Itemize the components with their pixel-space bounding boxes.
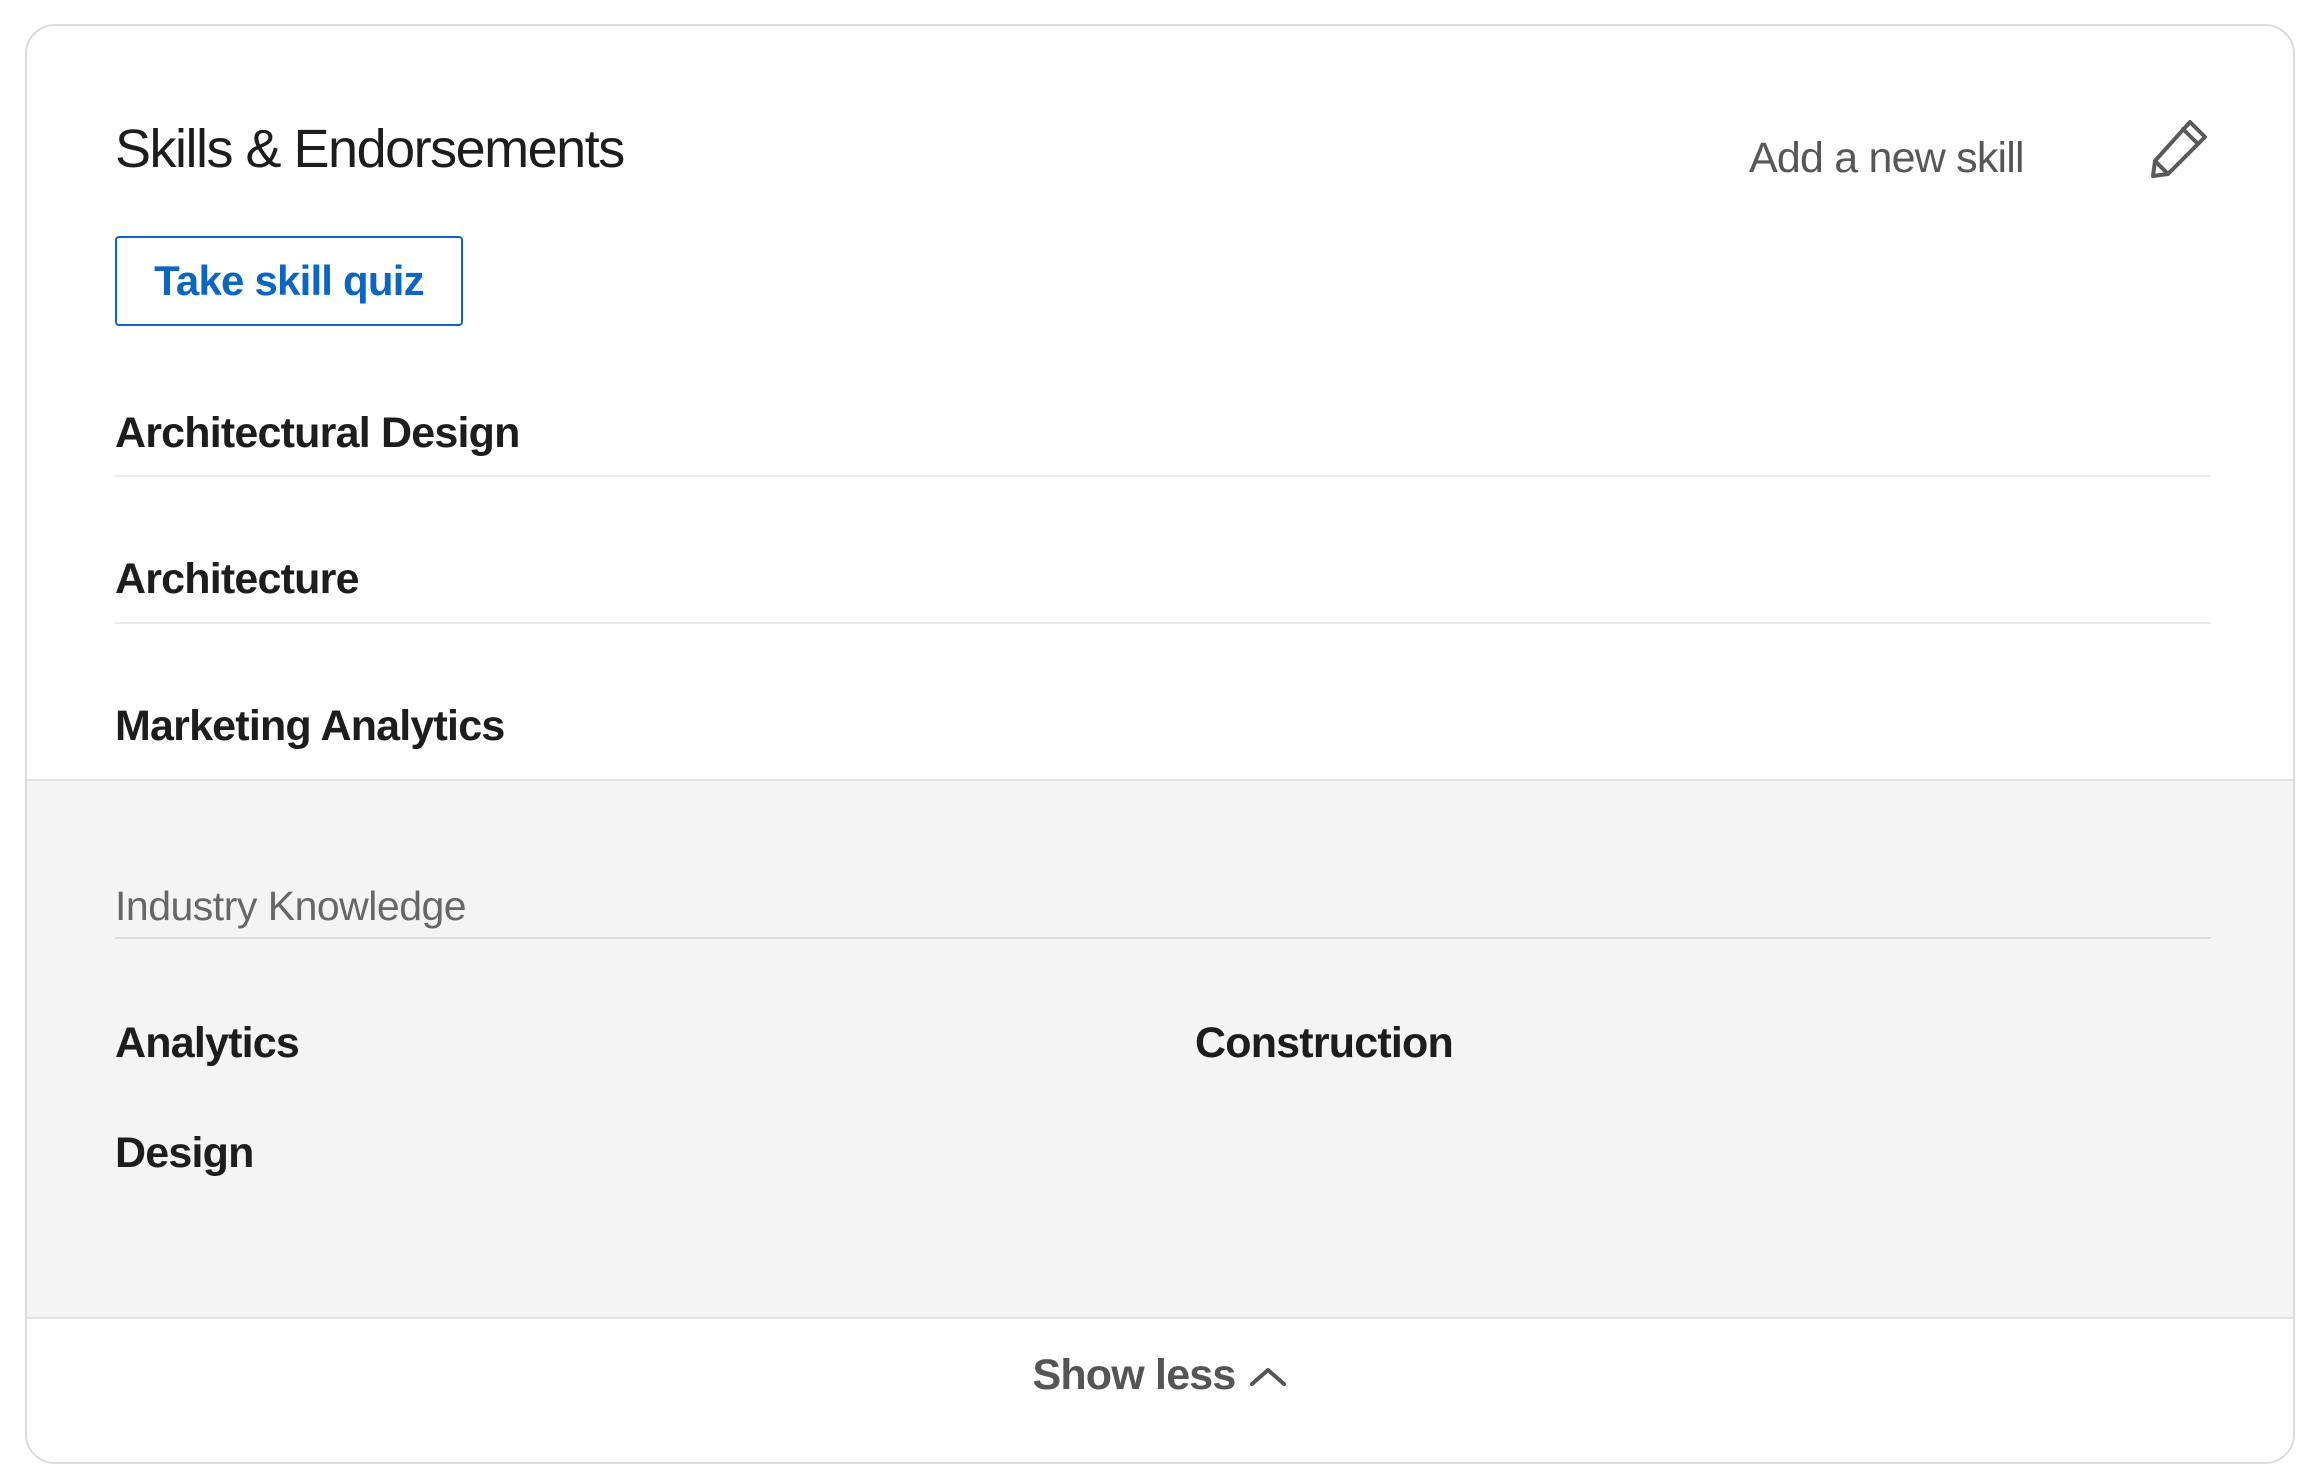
category-divider — [115, 937, 2211, 939]
skill-divider — [115, 622, 2211, 624]
skill-item[interactable]: Analytics — [115, 1022, 300, 1065]
skill-item[interactable]: Construction — [1195, 1022, 1454, 1065]
category-label: Industry Knowledge — [115, 883, 467, 929]
pencil-icon[interactable] — [2147, 114, 2213, 180]
add-new-skill-link[interactable]: Add a new skill — [1749, 137, 2025, 180]
skills-card: Skills & Endorsements Add a new skill Ta… — [25, 24, 2295, 1464]
skill-item[interactable]: Architectural Design — [115, 412, 2211, 455]
section-title: Skills & Endorsements — [115, 119, 625, 179]
show-less-button[interactable]: Show less — [27, 1354, 2293, 1397]
skill-item[interactable]: Design — [115, 1132, 254, 1175]
industry-knowledge-section: Industry Knowledge Analytics Constructio… — [27, 779, 2293, 1319]
take-skill-quiz-button[interactable]: Take skill quiz — [115, 236, 463, 326]
skill-divider — [115, 475, 2211, 477]
skill-item[interactable]: Architecture — [115, 558, 2211, 601]
skill-item[interactable]: Marketing Analytics — [115, 705, 2211, 748]
chevron-up-icon — [1249, 1367, 1286, 1386]
show-less-label: Show less — [1032, 1351, 1236, 1399]
